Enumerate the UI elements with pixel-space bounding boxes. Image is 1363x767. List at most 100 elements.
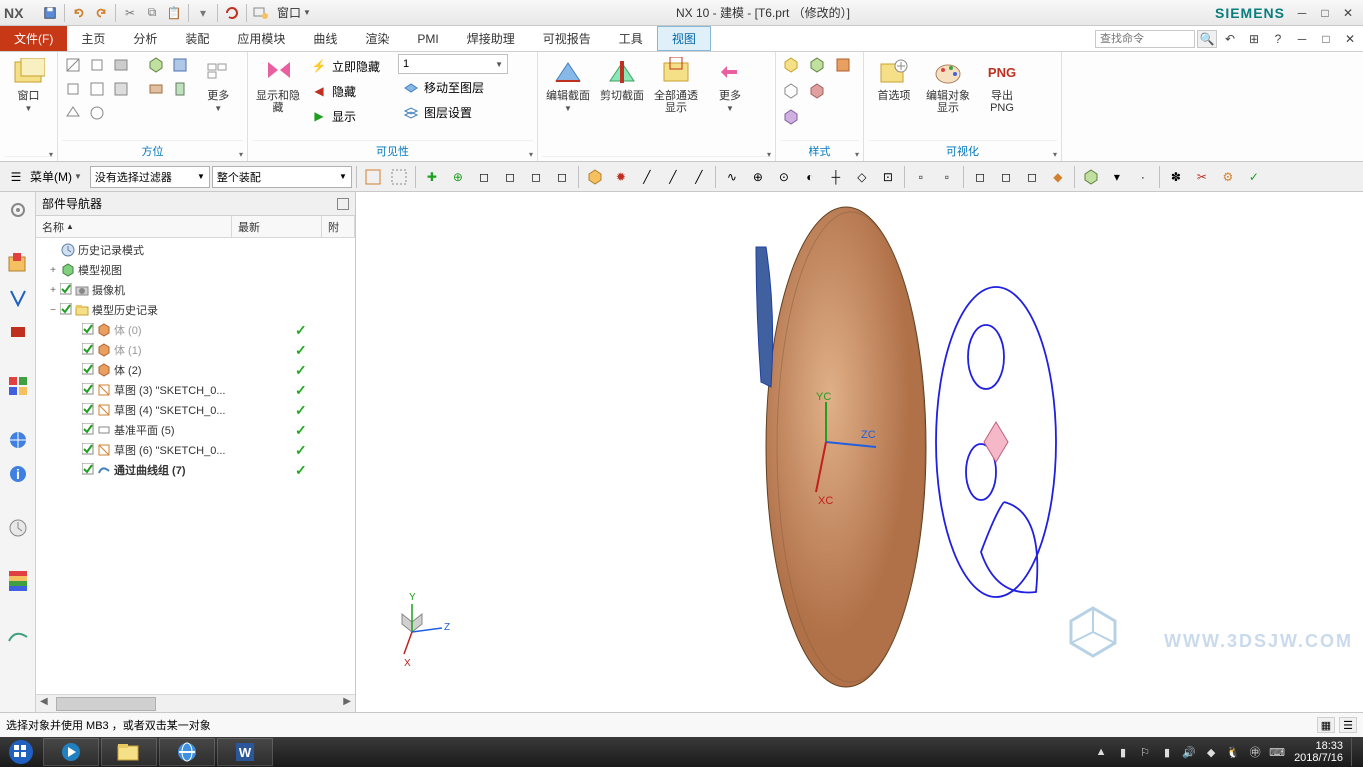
task-explorer-icon[interactable] (101, 738, 157, 766)
help-icon[interactable]: ? (1267, 30, 1289, 48)
tree-row[interactable]: 体 (1)✓ (36, 340, 355, 360)
orient-btn-7[interactable] (62, 102, 84, 124)
touch-icon[interactable] (251, 3, 271, 23)
obj-4[interactable]: ◆ (1046, 165, 1070, 189)
orient-btn-2[interactable] (86, 54, 108, 76)
snap-12[interactable]: ⊡ (876, 165, 900, 189)
orient-btn-5[interactable] (86, 78, 108, 100)
window-dropdown-label[interactable]: 窗口 (277, 4, 301, 21)
checkbox[interactable] (60, 283, 74, 298)
hide-button[interactable]: ◀隐藏 (306, 79, 396, 103)
filter-combo[interactable]: 没有选择过滤器▼ (90, 166, 210, 188)
analysis-3[interactable]: · (1131, 165, 1155, 189)
tree-row[interactable]: 草图 (6) "SKETCH_0...✓ (36, 440, 355, 460)
repeat-icon[interactable] (222, 3, 242, 23)
analysis-2[interactable]: ▾ (1105, 165, 1129, 189)
menu-toggle-icon[interactable]: ☰ (4, 165, 28, 189)
style-face-icon[interactable] (832, 54, 854, 76)
checkbox[interactable] (82, 323, 96, 338)
snap-10[interactable]: ┼ (824, 165, 848, 189)
show-desktop[interactable] (1351, 738, 1359, 766)
obj-3[interactable]: ◻ (1020, 165, 1044, 189)
edit-obj-display-button[interactable]: 编辑对象显示 (922, 54, 974, 116)
nav-color-icon[interactable] (4, 568, 32, 596)
tray-ime-icon[interactable]: ㊥ (1246, 743, 1264, 761)
orient-btn-6[interactable] (110, 78, 132, 100)
sel-8[interactable]: ◻ (550, 165, 574, 189)
tray-volume-icon[interactable]: 🔊 (1180, 743, 1198, 761)
snap-7[interactable]: ⊕ (746, 165, 770, 189)
tray-app2-icon[interactable]: 🐧 (1224, 743, 1242, 761)
clip-section-button[interactable]: 剪切截面 (596, 54, 648, 104)
tree-row[interactable]: 体 (0)✓ (36, 320, 355, 340)
close-button[interactable]: ✕ (1337, 4, 1359, 22)
nav-web-icon[interactable] (4, 426, 32, 454)
status-icon-1[interactable]: ▦ (1317, 717, 1335, 733)
misc-4[interactable]: ✓ (1242, 165, 1266, 189)
menu-curve[interactable]: 曲线 (299, 26, 351, 51)
immediate-hide[interactable]: ⚡立即隐藏 (306, 54, 396, 78)
menu-analysis[interactable]: 分析 (119, 26, 171, 51)
col-latest[interactable]: 最新 (232, 216, 322, 237)
tray-app1-icon[interactable]: ◆ (1202, 743, 1220, 761)
menu-tools[interactable]: 工具 (605, 26, 657, 51)
snap-4[interactable]: ╱ (661, 165, 685, 189)
more-orientation[interactable]: 更多 ▼ (193, 54, 243, 115)
tree-row[interactable]: +模型视图 (36, 260, 355, 280)
sel-1[interactable] (361, 165, 385, 189)
menu-pmi[interactable]: PMI (403, 26, 452, 51)
tree-row[interactable]: +摄像机 (36, 280, 355, 300)
style-edge-icon[interactable] (780, 80, 802, 102)
checkbox[interactable] (82, 403, 96, 418)
expand-toggle[interactable]: − (46, 305, 60, 316)
disp-2[interactable]: ▫ (935, 165, 959, 189)
tray-network-icon[interactable]: ▮ (1158, 743, 1176, 761)
obj-1[interactable]: ◻ (968, 165, 992, 189)
view-iso-icon[interactable] (145, 54, 167, 76)
tray-up-icon[interactable]: ▲ (1092, 743, 1110, 761)
orient-btn-3[interactable] (110, 54, 132, 76)
layer-combo[interactable]: 1▼ (398, 54, 508, 74)
search-button[interactable]: 🔍 (1197, 30, 1217, 48)
layer-settings[interactable]: 图层设置 (398, 100, 508, 124)
menu-report[interactable]: 可视报告 (529, 26, 605, 51)
style-dashed-icon[interactable] (832, 80, 854, 102)
checkbox[interactable] (60, 303, 74, 318)
nav-curve-icon[interactable] (4, 622, 32, 650)
misc-3[interactable]: ⚙ (1216, 165, 1240, 189)
command-search-input[interactable] (1095, 30, 1195, 48)
clock[interactable]: 18:33 2018/7/16 (1290, 740, 1347, 764)
tree-row[interactable]: 历史记录模式 (36, 240, 355, 260)
view-trimetric-icon[interactable] (169, 54, 191, 76)
col-name[interactable]: 名称 ▲ (36, 216, 232, 237)
menu-view[interactable]: 视图 (657, 26, 711, 51)
snap-11[interactable]: ◇ (850, 165, 874, 189)
checkbox[interactable] (82, 343, 96, 358)
menu-weld[interactable]: 焊接助理 (453, 26, 529, 51)
copy-icon[interactable]: ⧉ (142, 3, 162, 23)
maximize-button[interactable]: □ (1314, 4, 1336, 22)
assembly-combo[interactable]: 整个装配▼ (212, 166, 352, 188)
nav-reuse-icon[interactable] (4, 372, 32, 400)
sel-6[interactable]: ◻ (498, 165, 522, 189)
tree-row[interactable]: 通过曲线组 (7)✓ (36, 460, 355, 480)
menu-app[interactable]: 应用模块 (223, 26, 299, 51)
view-right-icon[interactable] (169, 78, 191, 100)
graphics-viewport[interactable]: YC ZC XC Y Z X WWW.3DSJW.COM (356, 192, 1363, 712)
snap-2[interactable]: ✹ (609, 165, 633, 189)
status-icon-2[interactable]: ☰ (1339, 717, 1357, 733)
undo-icon[interactable] (69, 3, 89, 23)
doc-minimize-button[interactable]: ─ (1291, 30, 1313, 48)
col-extra[interactable]: 附 (322, 216, 355, 237)
orient-btn-1[interactable] (62, 54, 84, 76)
all-through-button[interactable]: 全部通透显示 (650, 54, 702, 116)
window-group-button[interactable]: 窗口 ▼ (4, 54, 53, 115)
tree-row[interactable]: 草图 (4) "SKETCH_0...✓ (36, 400, 355, 420)
checkbox[interactable] (82, 423, 96, 438)
analysis-1[interactable] (1079, 165, 1103, 189)
obj-2[interactable]: ◻ (994, 165, 1018, 189)
sel-2[interactable] (387, 165, 411, 189)
style-studio-icon[interactable] (780, 106, 802, 128)
doc-maximize-button[interactable]: □ (1315, 30, 1337, 48)
checkbox[interactable] (82, 463, 96, 478)
